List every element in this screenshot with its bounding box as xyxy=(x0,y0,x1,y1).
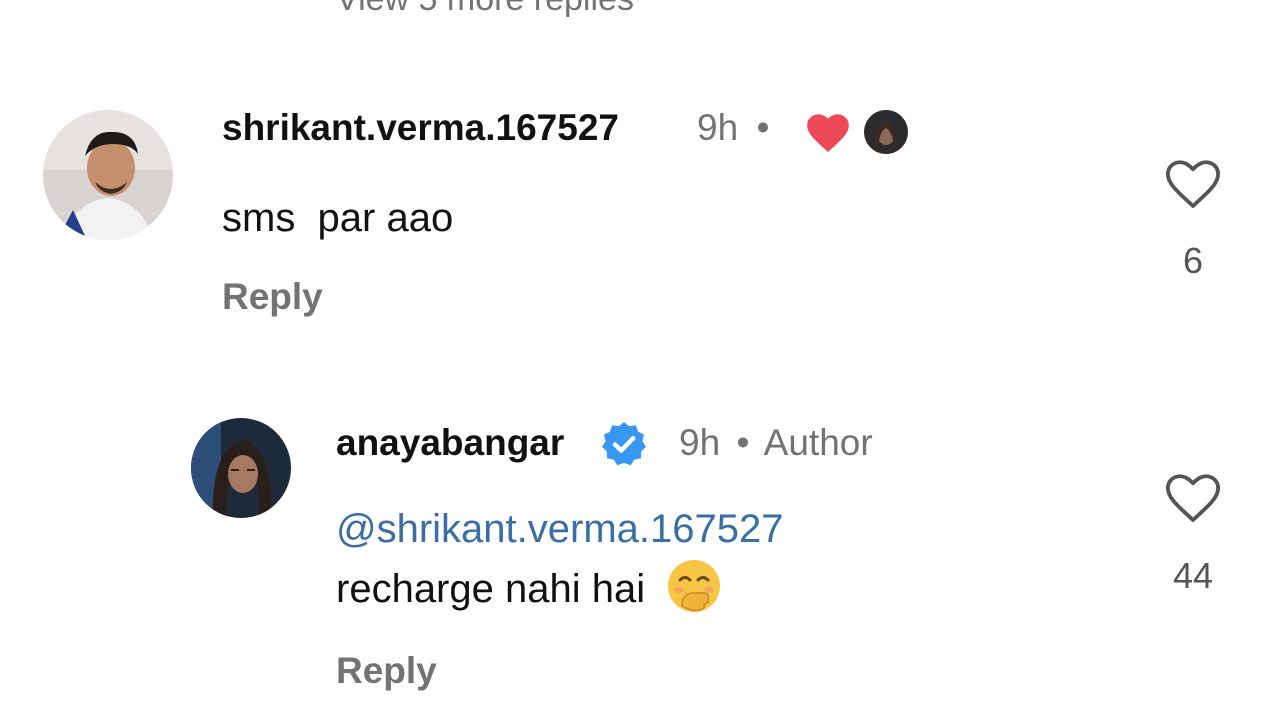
reply-button[interactable]: Reply xyxy=(222,276,323,318)
meta-separator: • xyxy=(756,107,770,148)
verified-badge-icon xyxy=(602,422,646,466)
face-with-hand-over-mouth-emoji xyxy=(668,560,721,612)
avatar[interactable] xyxy=(191,418,291,518)
comment-username[interactable]: shrikant.verma.167527 xyxy=(222,107,619,149)
avatar[interactable] xyxy=(43,110,173,240)
comment-text-block: @shrikant.verma.167527 recharge nahi hai xyxy=(336,500,784,618)
view-more-replies-link[interactable]: View 5 more replies xyxy=(336,0,634,19)
comment-meta: 9h • Author xyxy=(679,422,873,464)
timestamp-text: 9h xyxy=(679,422,721,463)
author-tag: Author xyxy=(763,422,873,463)
creator-avatar-mini xyxy=(864,110,908,154)
comment-text: sms par aao xyxy=(222,196,454,240)
like-count: 6 xyxy=(1182,240,1204,281)
mention-link[interactable]: @shrikant.verma.167527 xyxy=(336,500,784,558)
comment-text: recharge nahi hai xyxy=(336,567,646,611)
heart-outline-icon[interactable] xyxy=(1164,472,1222,524)
comment-text-line: recharge nahi hai xyxy=(336,558,784,618)
meta-separator: • xyxy=(736,422,750,463)
comment-username[interactable]: anayabangar xyxy=(336,422,564,464)
comment-timestamp: 9h • xyxy=(697,107,769,149)
reply-button[interactable]: Reply xyxy=(336,650,437,692)
heart-outline-icon[interactable] xyxy=(1164,158,1222,210)
creator-liked-heart-icon xyxy=(807,114,849,152)
like-count: 44 xyxy=(1172,555,1214,596)
timestamp-text: 9h xyxy=(697,107,739,148)
